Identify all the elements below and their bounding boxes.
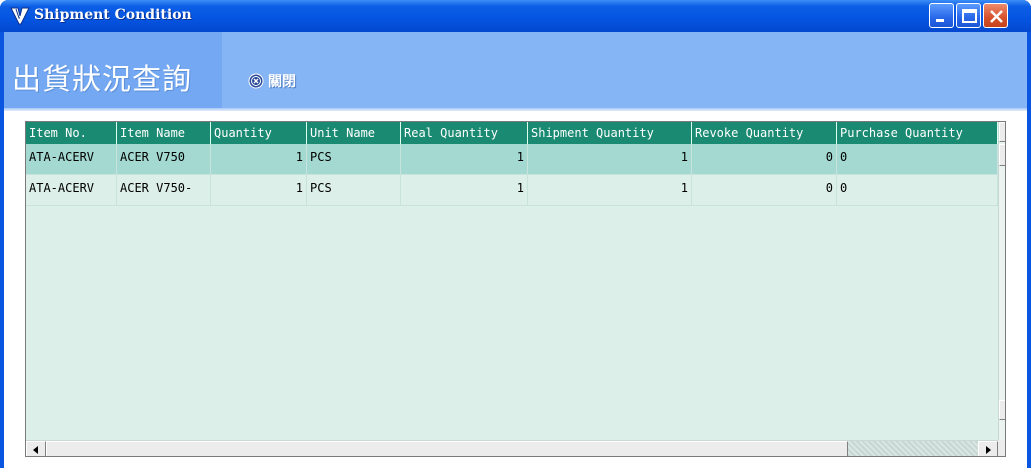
cell-revoke-quantity: 0 bbox=[692, 175, 837, 206]
form-title: 出貨狀況查詢 bbox=[12, 62, 193, 96]
scroll-left-button[interactable] bbox=[26, 441, 46, 456]
vertical-scroll-thumb[interactable] bbox=[999, 144, 1005, 166]
arrow-up-icon bbox=[1000, 123, 1006, 141]
table-row[interactable]: ATA-ACERV ACER V750 1 PCS 1 1 0 0 bbox=[26, 144, 998, 175]
cell-item-no: ATA-ACERV bbox=[26, 175, 117, 206]
close-form-button[interactable]: 關閉 bbox=[248, 70, 296, 92]
arrow-down-icon bbox=[1000, 401, 1006, 419]
cell-item-no: ATA-ACERV bbox=[26, 144, 117, 175]
column-header-real-quantity[interactable]: Real Quantity bbox=[401, 122, 528, 144]
minimize-icon bbox=[936, 19, 944, 22]
app-v-icon bbox=[10, 7, 30, 25]
scroll-down-button[interactable] bbox=[999, 400, 1006, 420]
table-row[interactable]: ATA-ACERV ACER V750- 1 PCS 1 1 0 0 bbox=[26, 175, 998, 206]
cell-real-quantity: 1 bbox=[401, 175, 528, 206]
column-header-item-name[interactable]: Item Name bbox=[117, 122, 211, 144]
column-header-quantity[interactable]: Quantity bbox=[211, 122, 307, 144]
cell-item-name: ACER V750 bbox=[117, 144, 211, 175]
cell-shipment-quantity: 1 bbox=[528, 175, 692, 206]
cell-real-quantity: 1 bbox=[401, 144, 528, 175]
cell-unit-name: PCS bbox=[307, 144, 401, 175]
scroll-track-hatch bbox=[848, 441, 978, 456]
cell-quantity: 1 bbox=[211, 144, 307, 175]
cell-shipment-quantity: 1 bbox=[528, 144, 692, 175]
client-area: 出貨狀況查詢 關閉 Item No. Item Name Quantity Un… bbox=[4, 32, 1027, 468]
scroll-right-button[interactable] bbox=[978, 441, 998, 456]
column-header-revoke-quantity[interactable]: Revoke Quantity bbox=[692, 122, 837, 144]
grid-header: Item No. Item Name Quantity Unit Name Re… bbox=[26, 122, 998, 144]
shipment-condition-window: Shipment Condition 出貨狀況查詢 關閉 Item No. It… bbox=[0, 0, 1031, 468]
column-header-item-no[interactable]: Item No. bbox=[26, 122, 117, 144]
close-circle-icon bbox=[248, 73, 264, 89]
arrow-left-icon bbox=[33, 446, 38, 454]
vertical-scrollbar[interactable] bbox=[998, 122, 1006, 440]
shipment-grid[interactable]: Item No. Item Name Quantity Unit Name Re… bbox=[25, 121, 1006, 457]
column-header-shipment-quantity[interactable]: Shipment Quantity bbox=[528, 122, 692, 144]
scrollbar-corner bbox=[998, 440, 1005, 456]
column-header-purchase-quantity[interactable]: Purchase Quantity bbox=[837, 122, 998, 144]
minimize-button[interactable] bbox=[929, 3, 954, 28]
window-title: Shipment Condition bbox=[34, 7, 192, 23]
cell-item-name: ACER V750- bbox=[117, 175, 211, 206]
toolbar: 出貨狀況查詢 關閉 bbox=[4, 32, 1027, 108]
horizontal-scrollbar[interactable] bbox=[26, 440, 998, 456]
close-form-label: 關閉 bbox=[268, 74, 296, 90]
close-window-button[interactable] bbox=[983, 3, 1008, 28]
cell-unit-name: PCS bbox=[307, 175, 401, 206]
column-header-unit-name[interactable]: Unit Name bbox=[307, 122, 401, 144]
cell-purchase-quantity: 0 bbox=[837, 175, 998, 206]
maximize-icon bbox=[962, 9, 977, 23]
maximize-button[interactable] bbox=[956, 3, 981, 28]
arrow-right-icon bbox=[986, 446, 991, 454]
horizontal-scroll-thumb[interactable] bbox=[46, 441, 848, 456]
title-bar[interactable]: Shipment Condition bbox=[0, 0, 1031, 32]
scroll-up-button[interactable] bbox=[999, 122, 1006, 142]
toolbar-divider bbox=[4, 108, 1027, 111]
cell-purchase-quantity: 0 bbox=[837, 144, 998, 175]
cell-revoke-quantity: 0 bbox=[692, 144, 837, 175]
close-icon bbox=[990, 10, 1003, 23]
cell-quantity: 1 bbox=[211, 175, 307, 206]
